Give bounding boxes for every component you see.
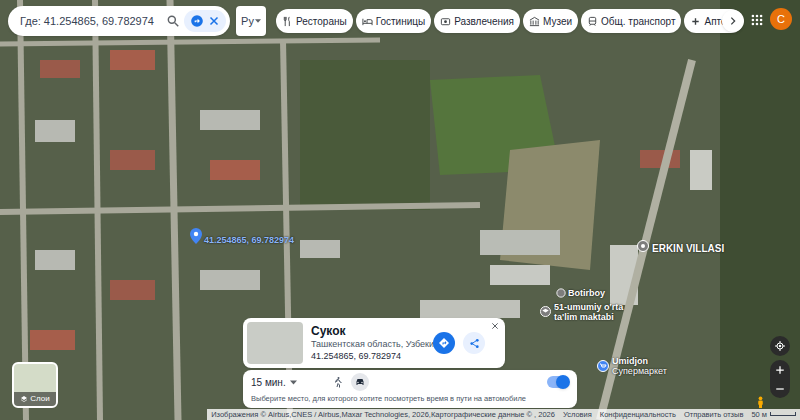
map-label[interactable]: 51-umumiy o'rta ta'lim maktabi: [554, 303, 623, 323]
location-pin-icon[interactable]: [190, 228, 202, 244]
chip[interactable]: Рестораны: [276, 9, 353, 33]
map-label[interactable]: Umidjon Супермаркет: [612, 357, 667, 377]
travel-mode-button[interactable]: [329, 373, 347, 391]
toggle-knob: [556, 375, 570, 389]
chips-scroll-button[interactable]: [722, 10, 744, 32]
pegman-icon[interactable]: [756, 396, 765, 408]
zoom-out-icon[interactable]: [775, 384, 785, 394]
zoom-controls: [770, 360, 790, 398]
chip[interactable]: Музеи: [523, 9, 578, 33]
footer-link[interactable]: Отправить отзыв: [684, 409, 744, 420]
map-label-line[interactable]: 51-umumiy o'rta: [554, 303, 623, 313]
place-marker-icon[interactable]: [637, 240, 649, 252]
scale-label[interactable]: 50 м: [751, 409, 767, 420]
search-icon[interactable]: [166, 14, 180, 28]
language-label[interactable]: Ру: [241, 13, 254, 30]
directions-icon[interactable]: [190, 14, 204, 28]
language-button[interactable]: Ру: [236, 6, 266, 36]
directions-icon: [438, 337, 450, 349]
account-avatar[interactable]: C: [770, 8, 792, 30]
share-icon: [469, 338, 480, 349]
place-title: Сукок: [311, 324, 425, 339]
map-label-line[interactable]: ta'lim maktabi: [554, 313, 623, 323]
walk-icon: [332, 376, 344, 388]
attribution-bar: Изображения © Airbus,CNES / Airbus,Maxar…: [207, 409, 800, 420]
chip-label[interactable]: Рестораны: [296, 14, 347, 29]
place-thumbnail[interactable]: [247, 322, 303, 364]
transit-icon: [587, 16, 598, 27]
travel-modes: [329, 373, 369, 391]
car-icon: [354, 376, 366, 388]
my-location-button[interactable]: [770, 336, 790, 356]
search-value[interactable]: Где: 41.254865, 69.782974: [20, 13, 162, 30]
dropdown-icon: [255, 18, 261, 24]
map[interactable]: Где: 41.254865, 69.782974 Ру Рестораны Г…: [0, 0, 800, 420]
attribution: Изображения © Airbus,CNES / Airbus,Maxar…: [211, 409, 555, 420]
place-coords: 41.254865, 69.782974: [311, 351, 425, 362]
account-initial[interactable]: C: [777, 11, 785, 28]
chip-label[interactable]: Музеи: [543, 14, 572, 29]
category-chips: Рестораны Гостиницы Развлечения Музеи Об…: [276, 9, 743, 33]
layers-icon: [20, 395, 28, 403]
directions-button[interactable]: [433, 332, 455, 354]
chevron-right-icon: [728, 16, 738, 26]
search-box[interactable]: Где: 41.254865, 69.782974: [8, 6, 230, 36]
time-value[interactable]: 15 мин.: [251, 375, 286, 390]
travel-time-panel: 15 мин. Выберите место, для которого хот…: [243, 370, 577, 408]
pharmacy-icon: [690, 16, 701, 27]
school-marker-icon[interactable]: [540, 306, 551, 317]
chip-label[interactable]: Общ. транспорт: [601, 14, 675, 29]
share-button[interactable]: [463, 332, 485, 354]
toggle-switch[interactable]: [547, 376, 569, 388]
restaurant-icon: [282, 16, 293, 27]
chip[interactable]: Развлечения: [434, 9, 520, 33]
close-icon[interactable]: [208, 15, 220, 27]
map-label[interactable]: ERKIN VILLASI: [652, 241, 724, 256]
place-subtitle: Ташкентская область, Узбекистан: [311, 339, 425, 350]
layers-label[interactable]: Слои: [30, 393, 49, 405]
place-card[interactable]: Сукок Ташкентская область, Узбекистан 41…: [243, 318, 505, 368]
search-actions: [184, 10, 226, 32]
chip-label[interactable]: Гостиницы: [376, 14, 426, 29]
apps-grid-icon[interactable]: [750, 13, 764, 27]
footer-link[interactable]: Конфиденциальность: [600, 409, 676, 420]
chip[interactable]: Общ. транспорт: [581, 9, 681, 33]
travel-toggle[interactable]: [547, 376, 569, 388]
time-dropdown[interactable]: 15 мин.: [251, 375, 297, 390]
museum-icon: [529, 16, 540, 27]
zoom-in-icon[interactable]: [775, 365, 785, 375]
entertainment-icon: [440, 16, 451, 27]
hotel-icon: [362, 16, 373, 27]
map-label-line[interactable]: Супермаркет: [612, 367, 667, 377]
scale[interactable]: 50 м: [751, 409, 796, 420]
footer-link[interactable]: Условия: [563, 409, 592, 420]
dropdown-icon: [290, 379, 297, 386]
chip[interactable]: Гостиницы: [356, 9, 432, 33]
travel-mode-button[interactable]: [351, 373, 369, 391]
layers-button[interactable]: Слои: [12, 362, 58, 408]
shopping-cart-icon[interactable]: [597, 360, 609, 372]
place-marker-icon[interactable]: [556, 288, 566, 298]
pin-label[interactable]: 41.254865, 69.782974: [204, 234, 294, 248]
map-label-line[interactable]: Umidjon: [612, 357, 667, 367]
close-icon[interactable]: [491, 322, 499, 330]
chip-label[interactable]: Развлечения: [454, 14, 514, 29]
scale-bar: [770, 412, 796, 416]
my-location-icon: [774, 340, 786, 352]
map-label[interactable]: Botirboy: [568, 287, 605, 301]
travel-hint: Выберите место, для которого хотите посм…: [251, 393, 569, 404]
